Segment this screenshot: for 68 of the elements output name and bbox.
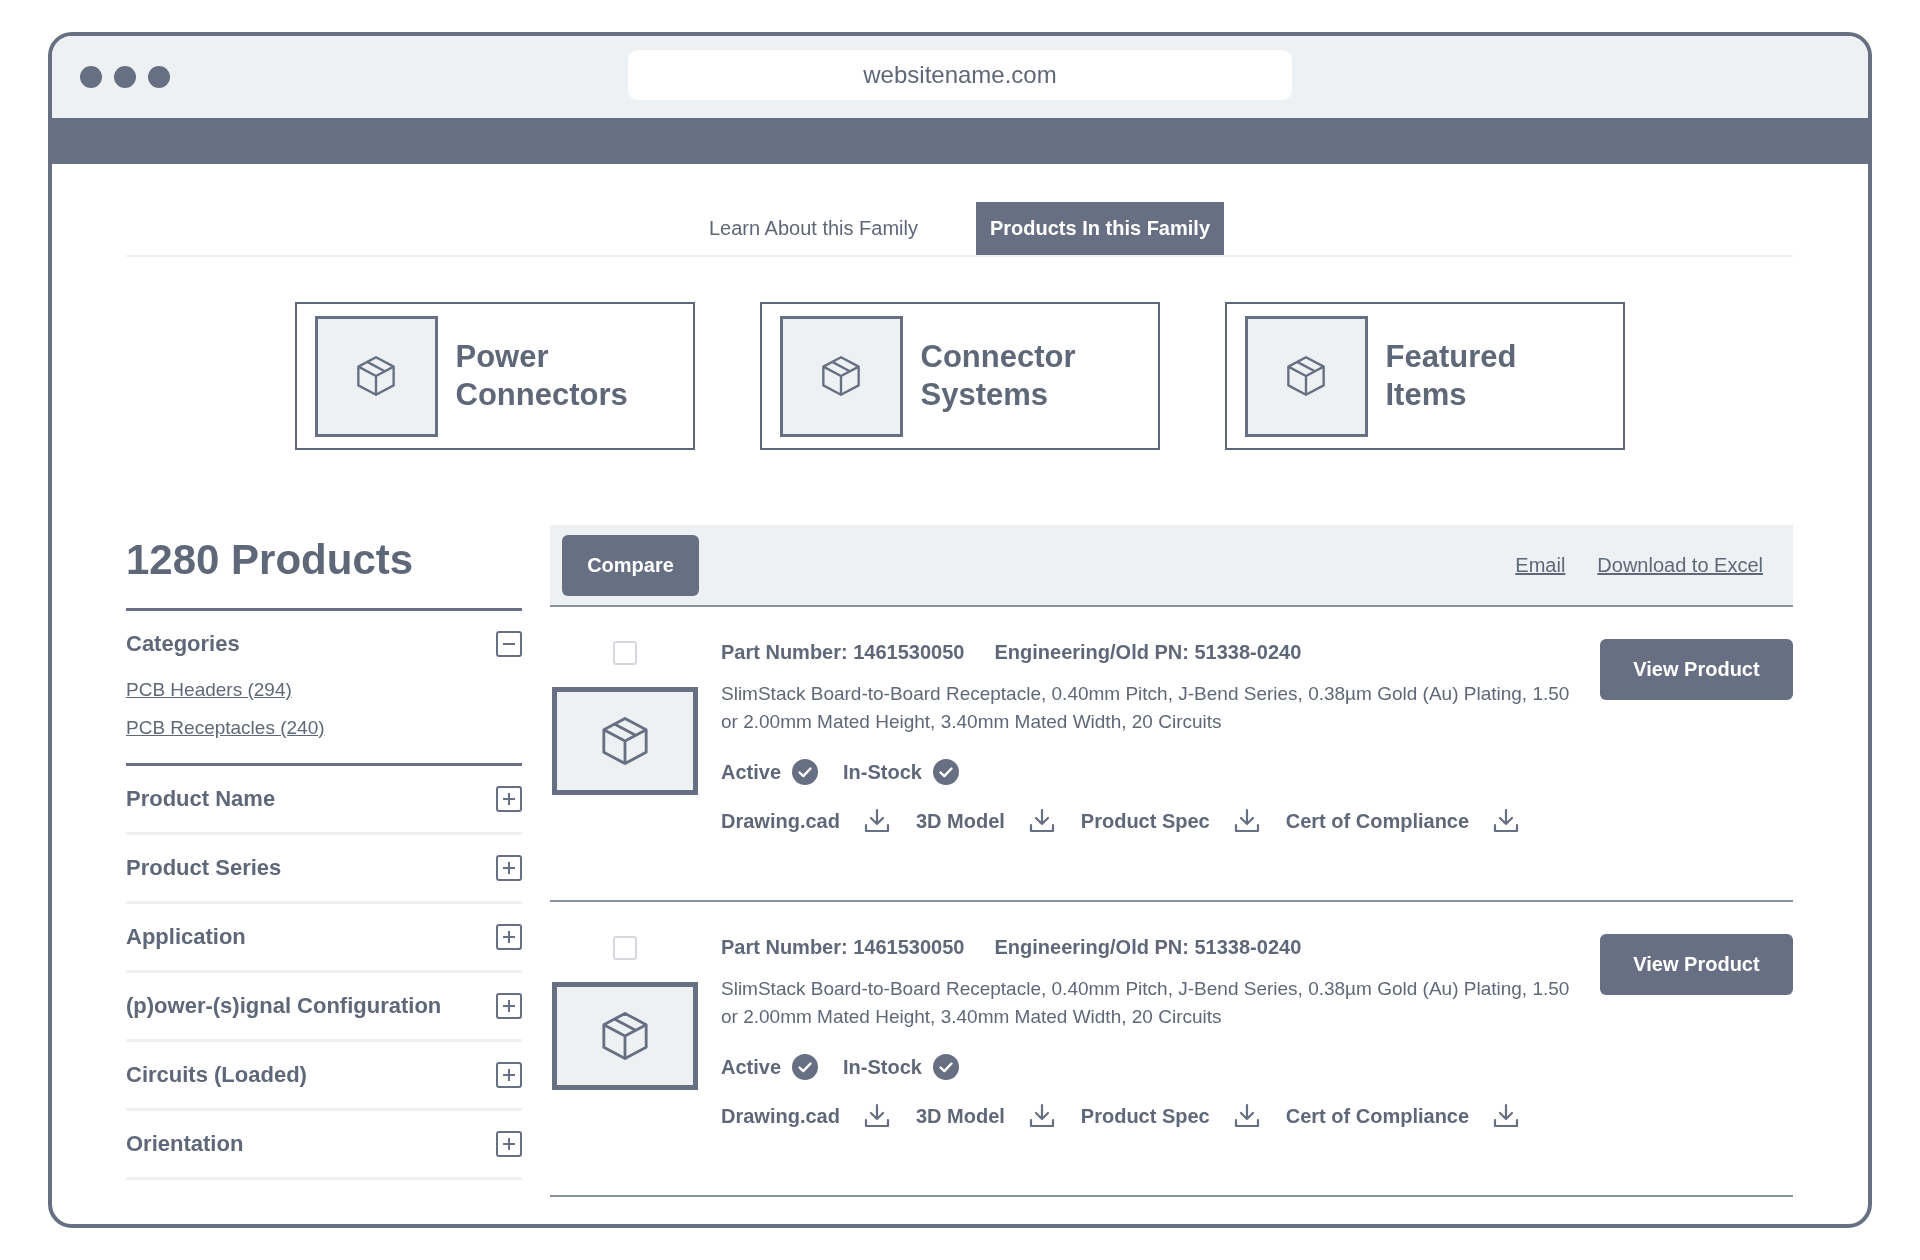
window-control-dot[interactable] [148, 66, 170, 88]
part-number: Part Number: 1461530050 [721, 641, 965, 664]
minus-icon[interactable] [496, 631, 522, 657]
plus-icon[interactable] [496, 786, 522, 812]
plus-icon[interactable] [496, 993, 522, 1019]
cube-icon [601, 1012, 649, 1060]
product-description: SlimStack Board-to-Board Receptacle, 0.40mm Pitch, J-Bend Series, 0.38µm Gold (Au) Plating, 1.50 or 2.00mm Mated Height, 3.40mm Mated Width, 20 Circuits [721, 977, 1571, 1029]
download-label: 3D Model [915, 1104, 1005, 1128]
filter-heading[interactable]: Circuits (Loaded) [126, 1062, 307, 1088]
view-product-button[interactable]: View Product [1600, 934, 1793, 995]
download-icon[interactable] [863, 1103, 890, 1129]
download-label: Cert of Compliance [1285, 809, 1470, 833]
url-text: websitename.com [863, 61, 1057, 89]
part-number: Part Number: 1461530050 [721, 936, 965, 959]
status-label: In-Stock [843, 760, 922, 784]
window-control-dot[interactable] [114, 66, 136, 88]
address-bar[interactable]: websitename.com [628, 50, 1292, 100]
filter-heading[interactable]: Product Name [126, 786, 276, 812]
filter-heading[interactable]: Orientation [126, 1131, 244, 1157]
download-label: Product Spec [1080, 809, 1210, 833]
filter-heading[interactable]: Categories [126, 631, 240, 657]
filter-heading[interactable]: Product Series [126, 855, 282, 881]
compare-button[interactable]: Compare [562, 534, 699, 596]
status-label: In-Stock [843, 1055, 922, 1079]
checkbox[interactable] [613, 641, 637, 665]
window-control-dot[interactable] [80, 66, 102, 88]
toolbar-link[interactable]: Download to Excel [1597, 553, 1763, 577]
category-link[interactable]: PCB Receptacles (240) [126, 717, 325, 739]
view-product-button[interactable]: View Product [1600, 639, 1793, 700]
filter-heading[interactable]: Application [126, 924, 246, 950]
engineering-part-number: Engineering/Old PN: 51338-0240 [994, 641, 1302, 664]
cube-icon [601, 717, 649, 765]
toolbar-link[interactable]: Email [1515, 553, 1566, 577]
category-card[interactable]: Power Connectors [294, 302, 695, 450]
download-icon[interactable] [863, 808, 890, 834]
download-label: Drawing.cad [721, 1104, 840, 1128]
category-card[interactable]: Featured Items [1224, 302, 1625, 450]
checkbox[interactable] [613, 936, 637, 960]
plus-icon[interactable] [496, 924, 522, 950]
download-label: Drawing.cad [721, 809, 840, 833]
download-label: Cert of Compliance [1285, 1104, 1470, 1128]
engineering-part-number: Engineering/Old PN: 51338-0240 [994, 936, 1302, 959]
category-card[interactable]: Connector Systems [759, 302, 1160, 450]
download-icon[interactable] [1233, 808, 1260, 834]
filter-heading[interactable]: (p)ower-(s)ignal Configuration [126, 993, 442, 1019]
download-label: 3D Model [915, 809, 1005, 833]
product-count-heading: 1280 Products [126, 535, 522, 611]
cube-icon [821, 356, 861, 396]
download-icon[interactable] [1028, 1103, 1055, 1129]
status-label: Active [721, 760, 782, 784]
status-label: Active [721, 1055, 782, 1079]
download-icon[interactable] [1028, 808, 1055, 834]
tab[interactable]: Products In this Family [975, 202, 1224, 255]
tab[interactable]: Learn About this Family [694, 202, 932, 255]
card-title: Connector Systems [920, 338, 1077, 414]
download-label: Product Spec [1080, 1104, 1210, 1128]
product-description: SlimStack Board-to-Board Receptacle, 0.40mm Pitch, J-Bend Series, 0.38µm Gold (Au) Plating, 1.50 or 2.00mm Mated Height, 3.40mm Mated Width, 20 Circuits [721, 682, 1571, 734]
plus-icon[interactable] [496, 1062, 522, 1088]
download-icon[interactable] [1493, 1103, 1520, 1129]
download-icon[interactable] [1493, 808, 1520, 834]
plus-icon[interactable] [496, 1131, 522, 1157]
download-icon[interactable] [1233, 1103, 1260, 1129]
cube-icon [1286, 356, 1326, 396]
cube-icon [356, 356, 396, 396]
plus-icon[interactable] [496, 855, 522, 881]
category-link[interactable]: PCB Headers (294) [126, 679, 292, 701]
card-title: Featured Items [1385, 338, 1518, 414]
card-title: Power Connectors [455, 338, 629, 414]
